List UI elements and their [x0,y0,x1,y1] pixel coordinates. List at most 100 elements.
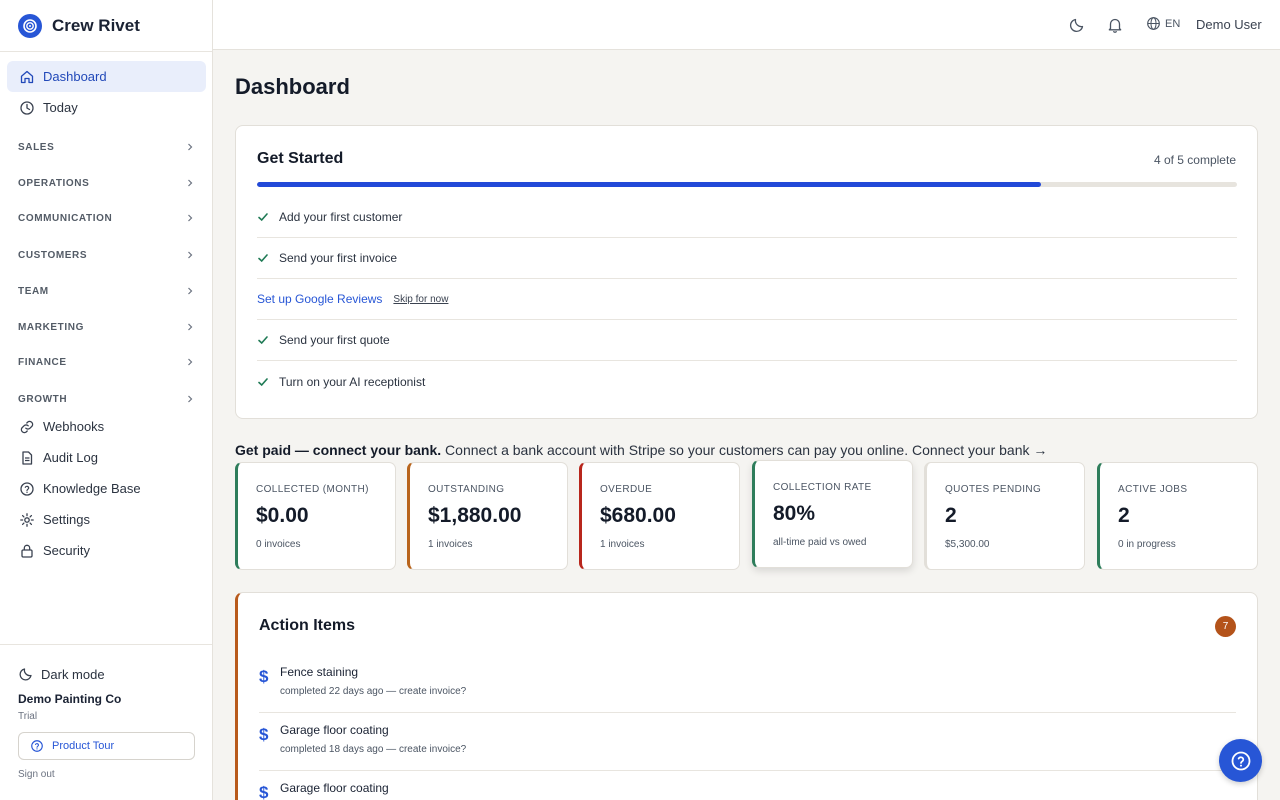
chevron-right-icon [188,251,193,259]
sidebar-item-label: Today [43,100,78,115]
chevron-right-icon [188,179,193,187]
checklist-item-label: Turn on your AI receptionist [279,374,426,389]
stat-card-quotes-pending[interactable]: QUOTES PENDING 2 $5,300.00 [924,462,1085,570]
check-icon [258,213,268,222]
checklist-item: Send your first quote [257,320,1237,361]
action-items-title: Action Items [259,617,356,634]
checklist-item: Add your first customer [257,197,1237,238]
checklist-item: Turn on your AI receptionist [257,361,1237,402]
language-selector[interactable]: EN [1146,16,1180,31]
sidebar-section-communication[interactable]: COMMUNICATION [18,208,195,228]
sidebar-section-team[interactable]: TEAM [18,281,195,301]
stat-value: 80% [773,502,816,525]
stat-sub: $5,300.00 [945,539,990,550]
dark-mode-toggle[interactable]: Dark mode [18,666,105,682]
chevron-right-icon [188,143,193,151]
brand[interactable]: Crew Rivet [18,14,140,38]
page-title: Dashboard [235,74,350,99]
clock-icon [20,100,34,115]
sidebar-item-dashboard[interactable]: Dashboard [7,61,206,92]
help-button[interactable] [1219,739,1262,782]
sidebar-item-today[interactable]: Today [7,92,206,123]
document-icon [22,450,33,465]
connect-bank-link[interactable]: Connect your bank → [912,442,1047,458]
stat-sub: 1 invoices [600,539,645,550]
home-icon [20,70,34,83]
bell-icon[interactable] [1106,16,1124,34]
stat-card-collected[interactable]: COLLECTED (MONTH) $0.00 0 invoices [235,462,396,570]
stat-value: 2 [1118,504,1130,527]
user-menu[interactable]: Demo User [1196,17,1262,32]
section-label: COMMUNICATION [18,212,113,224]
dollar-icon: $ [259,667,269,686]
skip-link[interactable]: Skip for now [393,294,448,305]
action-items-count-badge: 7 [1215,616,1236,637]
sidebar-item-label: Audit Log [43,450,98,465]
get-started-title: Get Started [257,150,344,167]
stat-label: OUTSTANDING [428,484,505,495]
section-label: SALES [18,141,55,153]
sidebar-item-label: Security [43,543,90,558]
help-circle-icon [1231,751,1250,770]
section-label: GROWTH [18,393,68,405]
sidebar-item-label: Settings [43,512,90,527]
sidebar-section-marketing[interactable]: MARKETING [18,317,195,337]
sidebar-divider [0,51,212,52]
topbar: EN Demo User [213,0,1280,50]
get-started-card: Get Started 4 of 5 complete Add your fir… [235,125,1258,419]
moon-icon[interactable] [1068,16,1086,34]
stat-sub: 0 invoices [256,539,301,550]
stat-card-active-jobs[interactable]: ACTIVE JOBS 2 0 in progress [1097,462,1258,570]
dark-mode-label: Dark mode [41,666,105,682]
section-label: TEAM [18,285,49,297]
stat-label: OVERDUE [600,484,653,495]
stat-label: QUOTES PENDING [945,484,1042,495]
gear-icon [20,512,34,527]
checklist-item: Set up Google Reviews Skip for now [257,279,1237,320]
sidebar-item-label: Dashboard [43,69,107,84]
stat-label: ACTIVE JOBS [1118,484,1188,495]
sidebar-section-finance[interactable]: FINANCE [18,352,195,372]
sidebar-section-customers[interactable]: CUSTOMERS [18,245,195,265]
sidebar-item-security[interactable]: Security [7,535,206,566]
progress-bar [257,182,1237,187]
product-tour-button[interactable]: Product Tour [18,732,195,760]
stat-card-overdue[interactable]: OVERDUE $680.00 1 invoices [579,462,740,570]
stat-card-collection-rate[interactable]: COLLECTION RATE 80% all-time paid vs owe… [752,460,913,568]
checklist-item-label: Add your first customer [279,210,403,224]
stat-value: 2 [945,504,957,527]
bank-banner: Get paid — connect your bank. Connect a … [235,442,1047,458]
chevron-right-icon [188,358,193,366]
action-item-title: Garage floor coating [280,723,389,737]
action-item[interactable]: $ Garage floor coating completed 18 days… [259,713,1236,771]
action-item-description: completed 22 days ago — create invoice? [280,686,467,697]
progress-count: 4 of 5 complete [1153,153,1236,167]
sidebar-item-settings[interactable]: Settings [7,504,206,535]
setup-google-reviews-link[interactable]: Set up Google Reviews [257,292,382,306]
sidebar-section-sales[interactable]: SALES [18,137,195,157]
sidebar-section-growth[interactable]: GROWTH [18,389,195,409]
sidebar-divider [0,644,212,645]
sign-out-link[interactable]: Sign out [18,769,55,780]
checklist-item-label: Send your first invoice [279,251,398,265]
action-items-card: Action Items 7 $ Fence staining complete… [235,592,1258,800]
sidebar-item-audit-log[interactable]: Audit Log [7,442,206,473]
stat-card-outstanding[interactable]: OUTSTANDING $1,880.00 1 invoices [407,462,568,570]
sidebar-item-webhooks[interactable]: Webhooks [7,411,206,442]
action-item[interactable]: $ Garage floor coating [259,771,1236,800]
globe-icon [1147,17,1160,30]
stat-value: $680.00 [600,504,676,527]
check-icon [258,254,268,263]
plan-label: Trial [18,711,38,722]
dollar-icon: $ [259,725,269,744]
dollar-icon: $ [259,783,269,800]
sidebar-item-label: Webhooks [43,419,105,434]
action-item-title: Garage floor coating [280,781,389,795]
sidebar-item-knowledge-base[interactable]: Knowledge Base [7,473,206,504]
section-label: FINANCE [18,356,67,368]
lock-icon [21,544,33,558]
chevron-right-icon [188,395,193,403]
language-label: EN [1165,17,1181,30]
sidebar-section-operations[interactable]: OPERATIONS [18,173,195,193]
action-item[interactable]: $ Fence staining completed 22 days ago —… [259,655,1236,713]
